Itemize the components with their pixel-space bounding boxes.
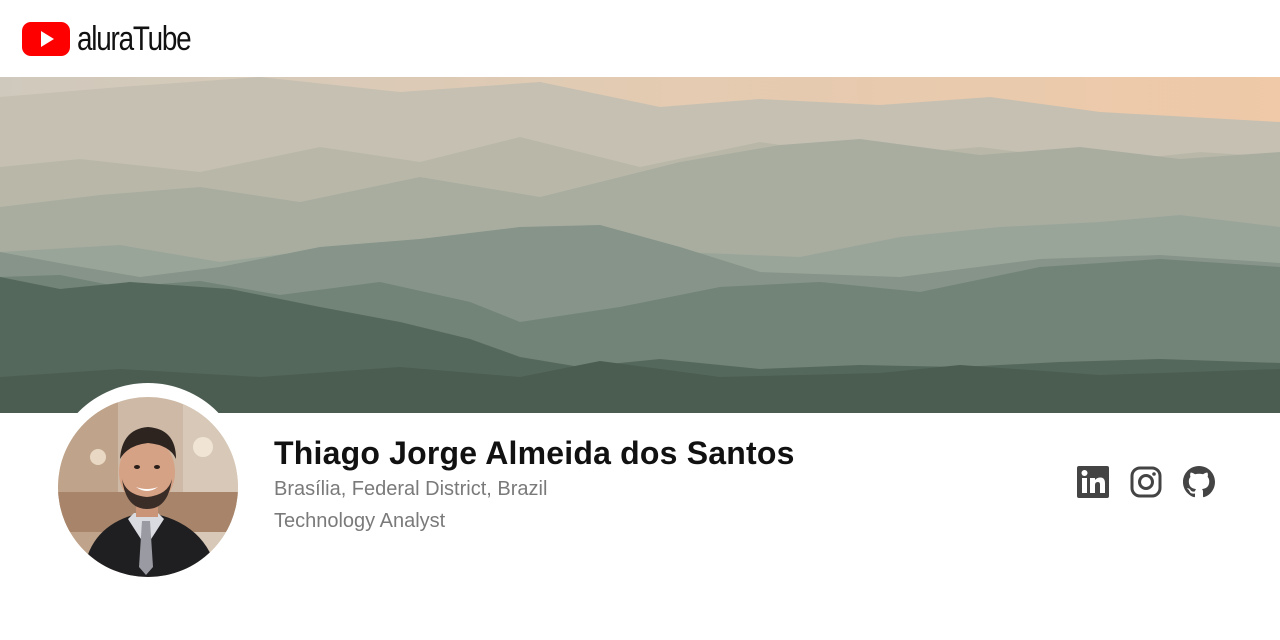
brand-name: aluraTube <box>77 19 192 58</box>
mountains-banner-image <box>0 77 1280 413</box>
linkedin-icon <box>1077 466 1109 498</box>
alura-tube-logo[interactable]: aluraTube <box>22 19 215 59</box>
avatar[interactable] <box>58 397 238 577</box>
profile-photo-avatar <box>58 397 238 577</box>
instagram-link[interactable] <box>1130 466 1162 498</box>
social-links <box>1077 466 1215 498</box>
github-icon <box>1183 466 1215 498</box>
linkedin-link[interactable] <box>1077 466 1109 498</box>
instagram-icon <box>1130 466 1162 498</box>
profile-location: Brasília, Federal District, Brazil <box>274 478 548 500</box>
profile-name: Thiago Jorge Almeida dos Santos <box>274 435 795 471</box>
profile-section: Thiago Jorge Almeida dos Santos Brasília… <box>0 383 1280 640</box>
profile-role: Technology Analyst <box>274 510 446 532</box>
play-icon <box>22 21 70 56</box>
avatar-frame <box>50 383 246 579</box>
profile-info: Thiago Jorge Almeida dos Santos Brasília… <box>274 433 795 537</box>
top-bar: aluraTube <box>0 0 1280 77</box>
banner-image <box>0 77 1280 413</box>
github-link[interactable] <box>1183 466 1215 498</box>
